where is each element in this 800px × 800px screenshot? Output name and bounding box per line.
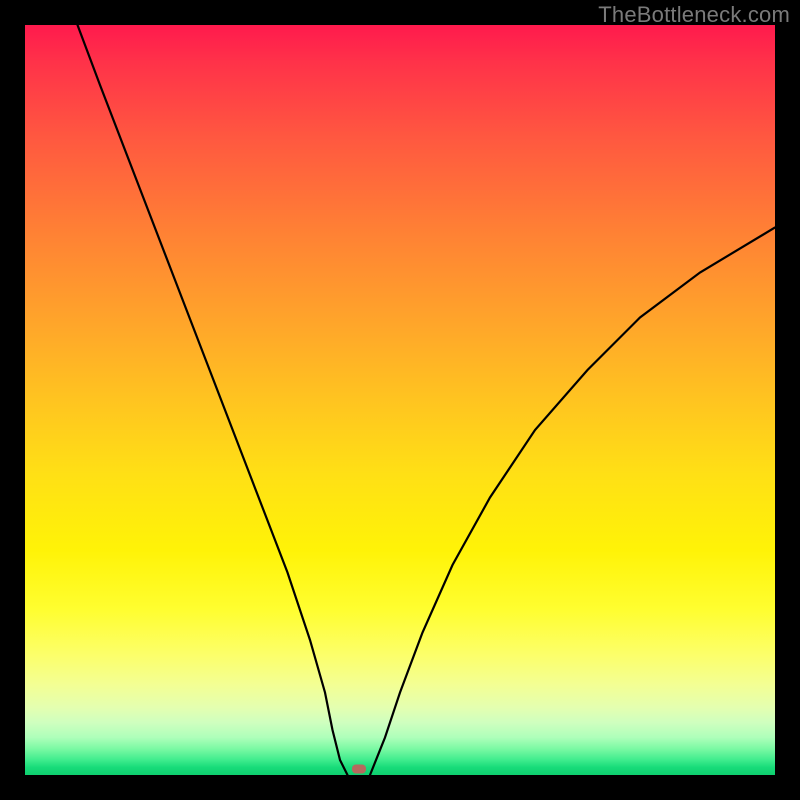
curve-layer (25, 25, 775, 775)
curve-right (370, 228, 775, 776)
curve-left (78, 25, 348, 775)
chart-frame: TheBottleneck.com (0, 0, 800, 800)
watermark-text: TheBottleneck.com (598, 2, 790, 28)
plot-area (25, 25, 775, 775)
min-marker (352, 765, 366, 774)
